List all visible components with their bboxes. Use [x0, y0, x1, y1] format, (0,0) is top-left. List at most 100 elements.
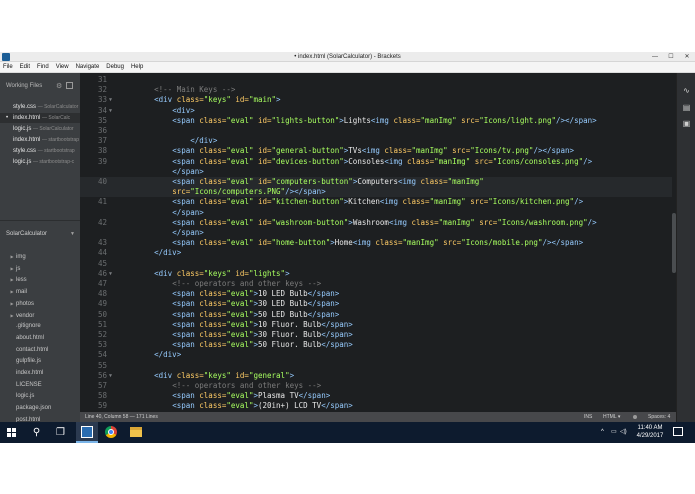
code-token: class= [194, 330, 227, 339]
fold-arrow-icon[interactable]: ▼ [109, 106, 112, 116]
notification-icon[interactable] [673, 427, 683, 436]
gear-icon[interactable]: ⚙ [56, 82, 62, 90]
code-editor[interactable]: 31 32 <!-- Main Keys --> 33 ▼ <div class="k… [80, 73, 676, 412]
live-preview-icon[interactable]: ∿ [682, 86, 691, 95]
tree-file[interactable]: gulpfile.js [0, 356, 80, 367]
tree-file[interactable]: package.json [0, 403, 80, 414]
menu-file[interactable]: File [3, 62, 13, 72]
windows-start-icon[interactable] [7, 428, 16, 437]
tree-folder[interactable]: ▶ js [0, 263, 80, 274]
chevron-down-icon[interactable]: ▼ [70, 231, 75, 237]
working-file-name: index.html [13, 115, 41, 121]
code-token: "manImg" [438, 217, 475, 227]
taskbar-brackets[interactable] [76, 422, 98, 443]
language-select[interactable]: HTML ▾ [603, 412, 620, 422]
tree-label: about.html [16, 334, 45, 341]
indent-setting[interactable]: Spaces: 4 [648, 412, 670, 422]
tree-folder[interactable]: ▶ photos [0, 298, 80, 309]
menu-help[interactable]: Help [131, 62, 143, 72]
tree-file[interactable]: .gitignore [0, 321, 80, 332]
code-token: src= [447, 146, 471, 156]
code-token: /> [583, 156, 593, 166]
code-token: 50 LED Bulb [257, 309, 308, 319]
project-title[interactable]: SolarCalculator [6, 231, 47, 237]
menu-navigate[interactable]: Navigate [76, 62, 100, 72]
code-token: 10 Fluor. Bulb [257, 319, 322, 329]
code-line: 56 ▼ <div class="keys" id="general"> [80, 371, 676, 381]
code-text: <span class="eval" id="washroom-button">… [118, 217, 596, 228]
working-file-item[interactable]: logic.js — SolarCalculator [0, 124, 80, 134]
fold-arrow-icon[interactable]: ▼ [109, 95, 112, 105]
tree-folder[interactable]: ▶ img [0, 251, 80, 262]
split-view-icon[interactable] [66, 82, 73, 89]
line-number: 52 [97, 330, 107, 339]
code-token: class= [194, 115, 227, 125]
tree-file[interactable]: contact.html [0, 345, 80, 356]
task-view-icon[interactable]: ❐ [54, 426, 67, 439]
network-icon[interactable]: ▭ [611, 422, 617, 443]
working-file-item[interactable]: style.css — startbootstrap [0, 146, 80, 156]
panel-icon[interactable]: ▣ [682, 119, 691, 128]
divider [0, 220, 80, 221]
menu-find[interactable]: Find [37, 62, 49, 72]
maximize-button[interactable]: ☐ [663, 52, 679, 62]
insert-mode-toggle[interactable]: INS [584, 412, 592, 422]
tree-file[interactable]: index.html [0, 368, 80, 379]
clock[interactable]: 11:40 AM 4/29/2017 [632, 424, 668, 440]
code-token: </span> [321, 319, 353, 329]
working-file-item[interactable]: style.css — SolarCalculator [0, 102, 80, 112]
linter-status-icon[interactable] [633, 415, 637, 419]
code-token: "lights" [248, 268, 286, 278]
code-text: <!-- operators and other keys --> [118, 279, 321, 289]
working-file-item[interactable]: • index.html — SolarCalc [0, 113, 80, 123]
code-text: <span class="eval">Plasma TV</span> [118, 391, 330, 401]
code-token: "eval" [226, 146, 254, 156]
menu-edit[interactable]: Edit [20, 62, 30, 72]
tree-file[interactable]: logic.js [0, 391, 80, 402]
code-line: 46 ▼ <div class="keys" id="lights"> [80, 269, 676, 279]
search-icon[interactable]: ⚲ [30, 426, 43, 439]
window-controls: — ☐ ✕ [647, 52, 695, 62]
taskbar-chrome[interactable] [100, 422, 122, 443]
chevron-up-icon[interactable]: ^ [601, 422, 604, 443]
fold-arrow-icon[interactable]: ▼ [109, 371, 112, 381]
code-text: <div class="keys" id="general"> [118, 371, 294, 381]
tree-folder[interactable]: ▶ mail [0, 286, 80, 297]
brackets-window: • index.html (SolarCalculator) - Bracket… [0, 52, 695, 443]
volume-icon[interactable]: ◁) [620, 422, 627, 443]
menu-view[interactable]: View [56, 62, 69, 72]
chevron-right-icon: ▶ [10, 312, 14, 318]
fold-arrow-icon[interactable]: ▼ [109, 269, 112, 279]
line-number: 34 [97, 105, 107, 115]
working-file-dir: — SolarCalc [42, 115, 71, 121]
code-token: <span [172, 289, 195, 299]
minimize-button[interactable]: — [647, 52, 663, 62]
code-token: <span [172, 146, 195, 156]
tree-folder[interactable]: ▶ less [0, 274, 80, 285]
clock-date: 4/29/2017 [636, 433, 664, 439]
code-token: Plasma TV [257, 391, 299, 401]
tree-file[interactable]: LICENSE [0, 380, 80, 391]
code-line: </span> [80, 228, 676, 238]
line-number: 47 [97, 279, 107, 288]
line-number: 43 [97, 238, 107, 248]
working-file-item[interactable]: index.html — startbootstrap [0, 135, 80, 145]
working-file-name: index.html [13, 137, 41, 143]
code-line: 48 <span class="eval">10 LED Bulb</span> [80, 289, 676, 299]
code-token: id= [253, 217, 272, 227]
tree-folder[interactable]: ▶ vendor [0, 310, 80, 321]
close-button[interactable]: ✕ [679, 52, 695, 62]
code-token: "eval" [226, 309, 254, 319]
code-line: 36 [80, 126, 676, 136]
extension-manager-icon[interactable]: ▤ [682, 103, 691, 112]
taskbar-file-explorer[interactable] [125, 422, 147, 443]
menu-debug[interactable]: Debug [106, 62, 124, 72]
working-file-item[interactable]: logic.js — startbootstrap-c [0, 157, 80, 167]
tree-file[interactable]: about.html [0, 333, 80, 344]
